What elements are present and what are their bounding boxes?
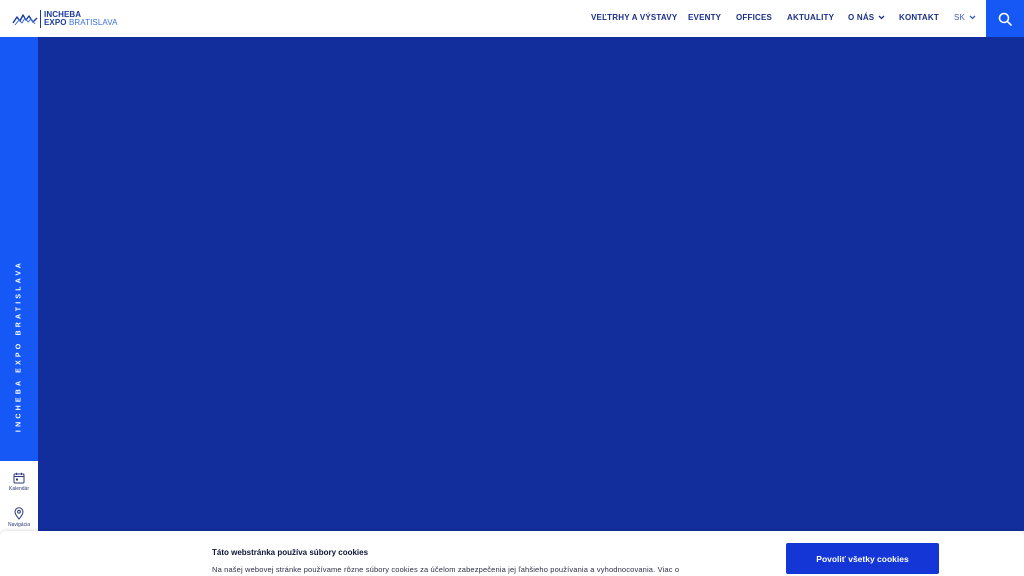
nav-item-o-nas[interactable]: O NÁS [848,13,885,22]
search-icon [998,12,1012,26]
search-button[interactable] [986,0,1024,37]
cookie-description: Na našej webovej stránke používame rôzne… [212,565,680,574]
logo-mountains-icon [12,14,38,26]
chevron-down-icon [878,15,885,20]
language-label: SK [954,13,966,22]
calendar-icon [13,472,25,484]
logo-divider [40,10,41,28]
sidebar-tool-calendar-label: Kalendár [8,486,29,492]
cookie-banner: Táto webstránka používa súbory cookies N… [0,531,1024,576]
brand-logo[interactable]: INCHEBA EXPO BRATISLAVA [12,9,118,29]
hero-area [38,37,1024,531]
nav-item-eventy[interactable]: EVENTY [688,13,721,22]
site-header: INCHEBA EXPO BRATISLAVA VEĽTRHY A VÝSTAV… [0,0,1024,37]
logo-line-2: EXPO BRATISLAVA [44,19,118,27]
sidebar-tool-navigation[interactable]: Navigácia [0,507,38,528]
sidebar-tool-calendar[interactable]: Kalendár [0,472,38,492]
logo-text: INCHEBA EXPO BRATISLAVA [44,11,118,27]
cookie-title: Táto webstránka používa súbory cookies [212,548,369,557]
chevron-down-icon [969,15,976,20]
nav-item-kontakt[interactable]: KONTAKT [899,13,939,22]
language-switcher[interactable]: SK [954,13,976,22]
logo-bratislava: BRATISLAVA [68,18,118,27]
nav-item-aktuality[interactable]: AKTUALITY [787,13,834,22]
nav-item-veltrhy[interactable]: VEĽTRHY A VÝSTAVY [591,13,677,22]
sidebar-tool-navigation-label: Navigácia [8,522,30,528]
nav-item-o-nas-label: O NÁS [848,13,875,22]
accept-all-cookies-button[interactable]: Povoliť všetky cookies [786,543,939,574]
logo-expo: EXPO [44,18,67,27]
map-pin-icon [14,507,24,520]
sidebar-vertical-title: INCHEBA EXPO BRATISLAVA [15,259,23,433]
nav-item-offices[interactable]: OFFICES [736,13,772,22]
